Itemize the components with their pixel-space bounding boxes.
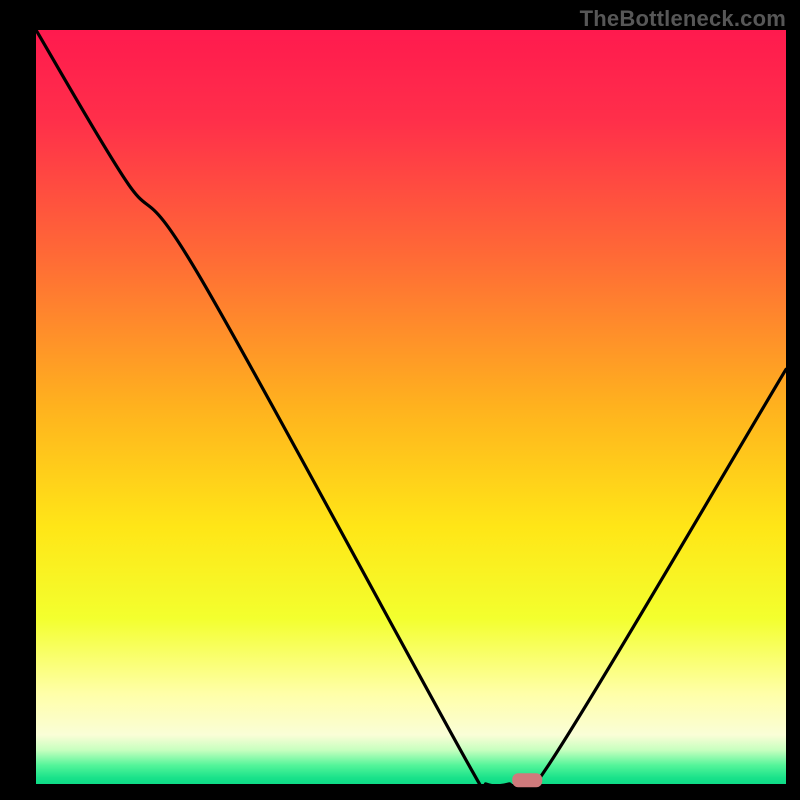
watermark-text: TheBottleneck.com	[580, 6, 786, 32]
chart-frame: TheBottleneck.com	[0, 0, 800, 800]
optimal-point-marker	[512, 773, 542, 787]
plot-background	[36, 30, 786, 784]
bottleneck-chart	[0, 0, 800, 800]
